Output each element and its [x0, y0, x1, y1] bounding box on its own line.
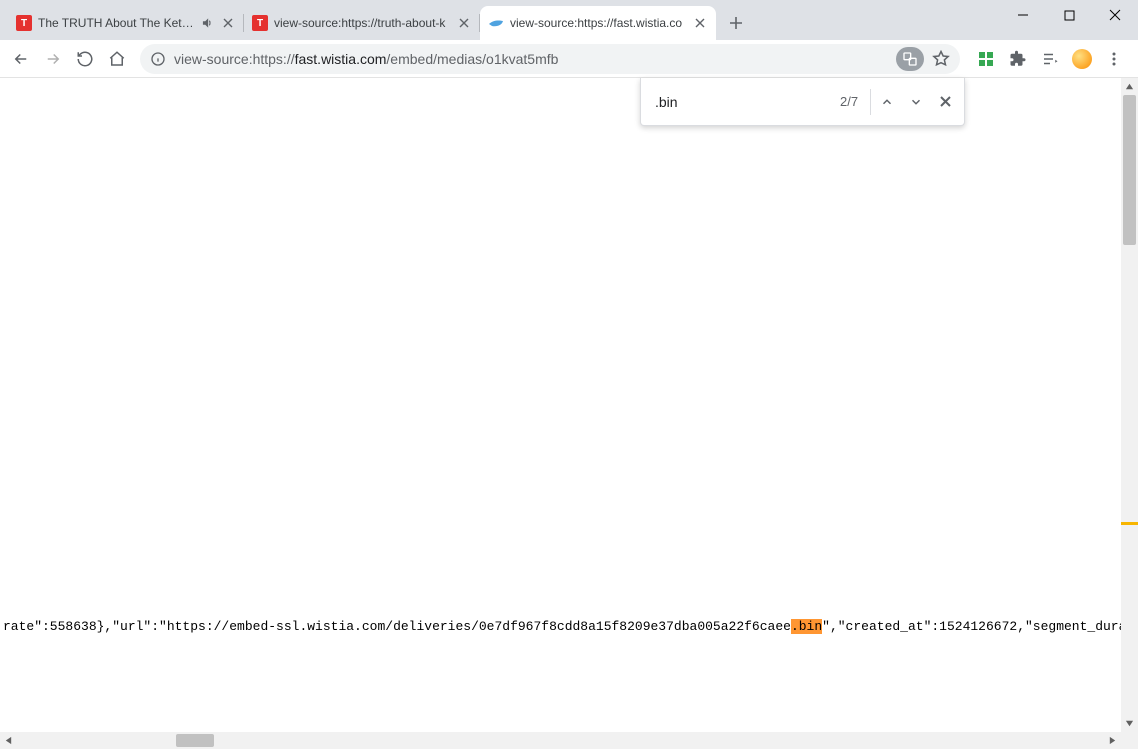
- forward-button[interactable]: [38, 44, 68, 74]
- find-in-page-bar: 2/7: [640, 78, 965, 126]
- window-controls: [1000, 0, 1138, 30]
- scroll-up-button[interactable]: [1121, 78, 1138, 95]
- tab-close-button[interactable]: [456, 15, 472, 31]
- favicon-wistia-icon: [488, 15, 504, 31]
- scroll-down-button[interactable]: [1121, 715, 1138, 732]
- scroll-corner: [1121, 732, 1138, 749]
- reading-list-icon[interactable]: [1036, 45, 1064, 73]
- extensions-puzzle-icon[interactable]: [1004, 45, 1032, 73]
- separator: [870, 89, 871, 115]
- tab-close-button[interactable]: [692, 15, 708, 31]
- titlebar: T The TRUTH About The Ketog T view-sourc…: [0, 0, 1138, 40]
- site-info-icon[interactable]: [150, 51, 166, 67]
- find-next-button[interactable]: [904, 86, 929, 118]
- horizontal-scroll-thumb[interactable]: [176, 734, 214, 747]
- find-match-highlight: .bin: [791, 619, 822, 634]
- chrome-menu-button[interactable]: [1100, 45, 1128, 73]
- new-tab-button[interactable]: [722, 9, 750, 37]
- audio-playing-icon[interactable]: [200, 16, 214, 30]
- bookmark-star-icon[interactable]: [932, 50, 950, 68]
- page-viewport: rate":558638},"url":"https://embed-ssl.w…: [0, 78, 1138, 749]
- back-button[interactable]: [6, 44, 36, 74]
- tab-2[interactable]: T view-source:https://truth-about-k: [244, 6, 480, 40]
- minimize-button[interactable]: [1000, 0, 1046, 30]
- source-line: rate":558638},"url":"https://embed-ssl.w…: [0, 619, 1121, 634]
- source-view[interactable]: rate":558638},"url":"https://embed-ssl.w…: [0, 78, 1121, 732]
- vertical-scroll-thumb[interactable]: [1123, 95, 1136, 245]
- tab-title: view-source:https://truth-about-k: [274, 16, 450, 30]
- find-match-marker: [1121, 522, 1138, 525]
- address-bar[interactable]: view-source:https://fast.wistia.com/embe…: [140, 44, 960, 74]
- favicon-t-icon: T: [16, 15, 32, 31]
- extension-grid-icon[interactable]: [972, 45, 1000, 73]
- tab-title: view-source:https://fast.wistia.co: [510, 16, 686, 30]
- tab-strip: T The TRUTH About The Ketog T view-sourc…: [0, 0, 750, 40]
- tab-1[interactable]: T The TRUTH About The Ketog: [8, 6, 244, 40]
- maximize-button[interactable]: [1046, 0, 1092, 30]
- favicon-t-icon: T: [252, 15, 268, 31]
- close-window-button[interactable]: [1092, 0, 1138, 30]
- url-text: view-source:https://fast.wistia.com/embe…: [174, 51, 888, 67]
- extensions-area: [968, 45, 1132, 73]
- scroll-right-button[interactable]: [1104, 732, 1121, 749]
- scroll-left-button[interactable]: [0, 732, 17, 749]
- home-button[interactable]: [102, 44, 132, 74]
- find-close-button[interactable]: [933, 86, 958, 118]
- find-input[interactable]: [655, 94, 836, 110]
- tab-3-active[interactable]: view-source:https://fast.wistia.co: [480, 6, 716, 40]
- find-prev-button[interactable]: [875, 86, 900, 118]
- extension-orange-icon[interactable]: [1068, 45, 1096, 73]
- toolbar: view-source:https://fast.wistia.com/embe…: [0, 40, 1138, 78]
- tab-close-button[interactable]: [220, 15, 236, 31]
- find-match-count: 2/7: [840, 94, 866, 109]
- tab-title: The TRUTH About The Ketog: [38, 16, 194, 30]
- reload-button[interactable]: [70, 44, 100, 74]
- horizontal-scrollbar[interactable]: [0, 732, 1121, 749]
- vertical-scrollbar[interactable]: [1121, 78, 1138, 732]
- translate-icon[interactable]: [896, 47, 924, 71]
